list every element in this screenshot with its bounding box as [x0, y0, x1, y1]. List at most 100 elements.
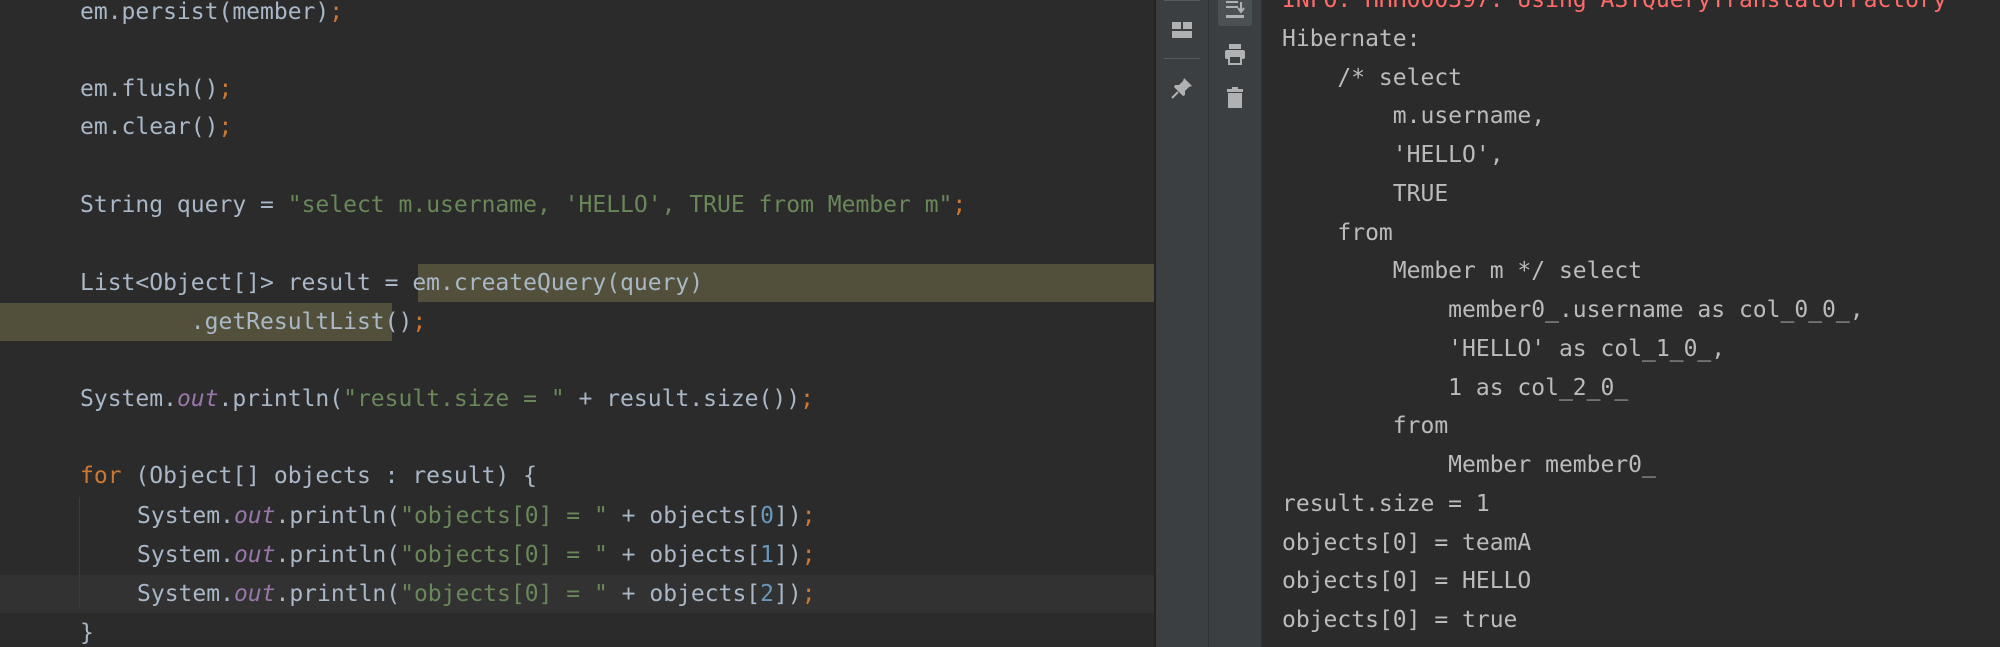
layout-icon — [1172, 22, 1192, 38]
code-token: 0 — [760, 503, 775, 529]
code-token: ; — [218, 76, 233, 102]
code-token: ]) — [774, 542, 802, 568]
code-token: .println( — [275, 542, 401, 568]
code-token: + result.size()) — [564, 386, 801, 412]
console-line: from — [1282, 413, 1449, 440]
code-line-get-result-list[interactable]: .getResultList(); — [0, 303, 1154, 341]
console-line: INFO: HHH000397: Using ASTQueryTranslato… — [1282, 0, 1947, 13]
code-token: em.clear() — [80, 114, 219, 140]
code-line-close-brace[interactable]: } — [0, 614, 1154, 647]
code-line-query-string[interactable]: String query = "select m.username, 'HELL… — [0, 186, 1154, 224]
code-text: String query = "select m.username, 'HELL… — [80, 186, 966, 224]
code-token: ; — [412, 309, 427, 335]
code-token: em.flush() — [80, 76, 219, 102]
console-line: /* select — [1282, 64, 1463, 91]
code-token: out — [233, 503, 276, 529]
console-line: member0_.username as col_0_0_, — [1282, 297, 1864, 323]
code-text: } — [80, 614, 94, 647]
code-token: System. — [80, 386, 177, 412]
code-text: System.out.println("objects[0] = " + obj… — [137, 497, 816, 535]
code-token: .println( — [275, 503, 401, 529]
code-text: em.clear(); — [80, 108, 232, 146]
code-token: System. — [137, 542, 234, 568]
layout-button[interactable] — [1165, 14, 1199, 46]
code-line-print-objects-0[interactable]: System.out.println("objects[0] = " + obj… — [0, 497, 1154, 535]
code-text: .getResultList(); — [80, 303, 426, 341]
code-token: ]) — [774, 581, 802, 607]
code-token: (Object[] objects : result) { — [121, 463, 537, 489]
code-text: List<Object[]> result = em.createQuery(q… — [80, 264, 703, 302]
code-text: System.out.println("objects[0] = " + obj… — [137, 536, 816, 574]
run-console-output[interactable]: INFO: HHH000397: Using ASTQueryTranslato… — [1262, 0, 2000, 647]
print-icon — [1225, 44, 1245, 65]
code-line-print-objects-2[interactable]: System.out.println("objects[0] = " + obj… — [0, 575, 1154, 613]
code-token: .println( — [275, 581, 401, 607]
code-token: List<Object[]> result = em.createQuery(q… — [80, 270, 704, 296]
code-token: } — [80, 620, 94, 646]
code-line-clear[interactable]: em.clear(); — [0, 108, 1154, 146]
code-text: em.persist(member); — [80, 0, 343, 31]
code-editor[interactable]: em.persist(member); em.flush(); em.clear()… — [0, 0, 1154, 647]
code-token: out — [233, 542, 276, 568]
code-text: em.flush(); — [80, 70, 232, 108]
console-line: 1 as col_2_0_ — [1282, 374, 1629, 401]
code-token: "objects[0] = " — [400, 581, 608, 607]
code-token: out — [176, 386, 219, 412]
trash-icon — [1227, 87, 1243, 108]
code-token: ; — [952, 192, 967, 218]
code-token: out — [233, 581, 276, 607]
code-token: .println( — [218, 386, 344, 412]
code-text: System.out.println("result.size = " + re… — [80, 380, 814, 418]
code-token: ]) — [774, 503, 802, 529]
scroll-to-end-icon — [1226, 1, 1245, 18]
code-token: 2 — [760, 581, 775, 607]
code-token: "result.size = " — [343, 386, 565, 412]
code-line-create-query[interactable]: List<Object[]> result = em.createQuery(q… — [0, 264, 1154, 302]
code-token: 1 — [760, 542, 775, 568]
code-token: for — [80, 463, 122, 489]
print-button[interactable] — [1218, 38, 1252, 70]
code-token: "objects[0] = " — [400, 503, 608, 529]
console-line: Hibernate: — [1282, 25, 1421, 52]
code-token: em.persist(member) — [80, 0, 330, 25]
code-token: + objects[ — [607, 581, 761, 607]
console-line: m.username, — [1282, 103, 1546, 130]
console-line: 'HELLO', — [1282, 142, 1504, 168]
code-line-persist[interactable]: em.persist(member); — [0, 0, 1154, 31]
code-token: + objects[ — [607, 503, 761, 529]
code-token: .getResultList() — [80, 309, 413, 335]
console-line: from — [1282, 219, 1393, 246]
code-token: + objects[ — [607, 542, 761, 568]
code-token: ; — [218, 114, 233, 140]
code-line-flush[interactable]: em.flush(); — [0, 70, 1154, 108]
ide-window: em.persist(member); em.flush(); em.clear()… — [0, 0, 2000, 647]
console-line: Member member0_ — [1282, 452, 1656, 478]
code-token: "select m.username, 'HELLO', TRUE from M… — [287, 192, 953, 218]
code-token: System. — [137, 581, 234, 607]
clear-all-button[interactable] — [1218, 82, 1252, 114]
code-token: System. — [137, 503, 234, 529]
console-line: objects[0] = teamA — [1282, 529, 1532, 556]
run-tool-window-toolbar — [1156, 0, 1209, 647]
code-token: ; — [801, 542, 816, 568]
pin-tab-button[interactable] — [1165, 72, 1199, 104]
code-token: ; — [801, 503, 816, 529]
code-token: ; — [800, 386, 814, 412]
console-line: result.size = 1 — [1282, 490, 1490, 517]
code-text: System.out.println("objects[0] = " + obj… — [137, 575, 816, 613]
console-toolbar — [1209, 0, 1262, 647]
toolbar-separator — [1164, 58, 1200, 59]
code-token: ; — [329, 0, 344, 25]
code-token: "objects[0] = " — [400, 542, 608, 568]
console-line: objects[0] = true — [1282, 607, 1518, 633]
console-line: 'HELLO' as col_1_0_, — [1282, 335, 1726, 362]
code-token: ; — [801, 581, 816, 607]
code-line-print-size[interactable]: System.out.println("result.size = " + re… — [0, 380, 1154, 418]
scroll-to-end-button[interactable] — [1218, 0, 1252, 26]
toolbar-separator — [1164, 0, 1200, 1]
code-line-for-loop[interactable]: for (Object[] objects : result) { — [0, 457, 1154, 495]
code-line-print-objects-1[interactable]: System.out.println("objects[0] = " + obj… — [0, 536, 1154, 574]
console-line: Member m */ select — [1282, 258, 1643, 285]
code-text: for (Object[] objects : result) { — [80, 457, 537, 495]
console-line: TRUE — [1282, 180, 1449, 207]
